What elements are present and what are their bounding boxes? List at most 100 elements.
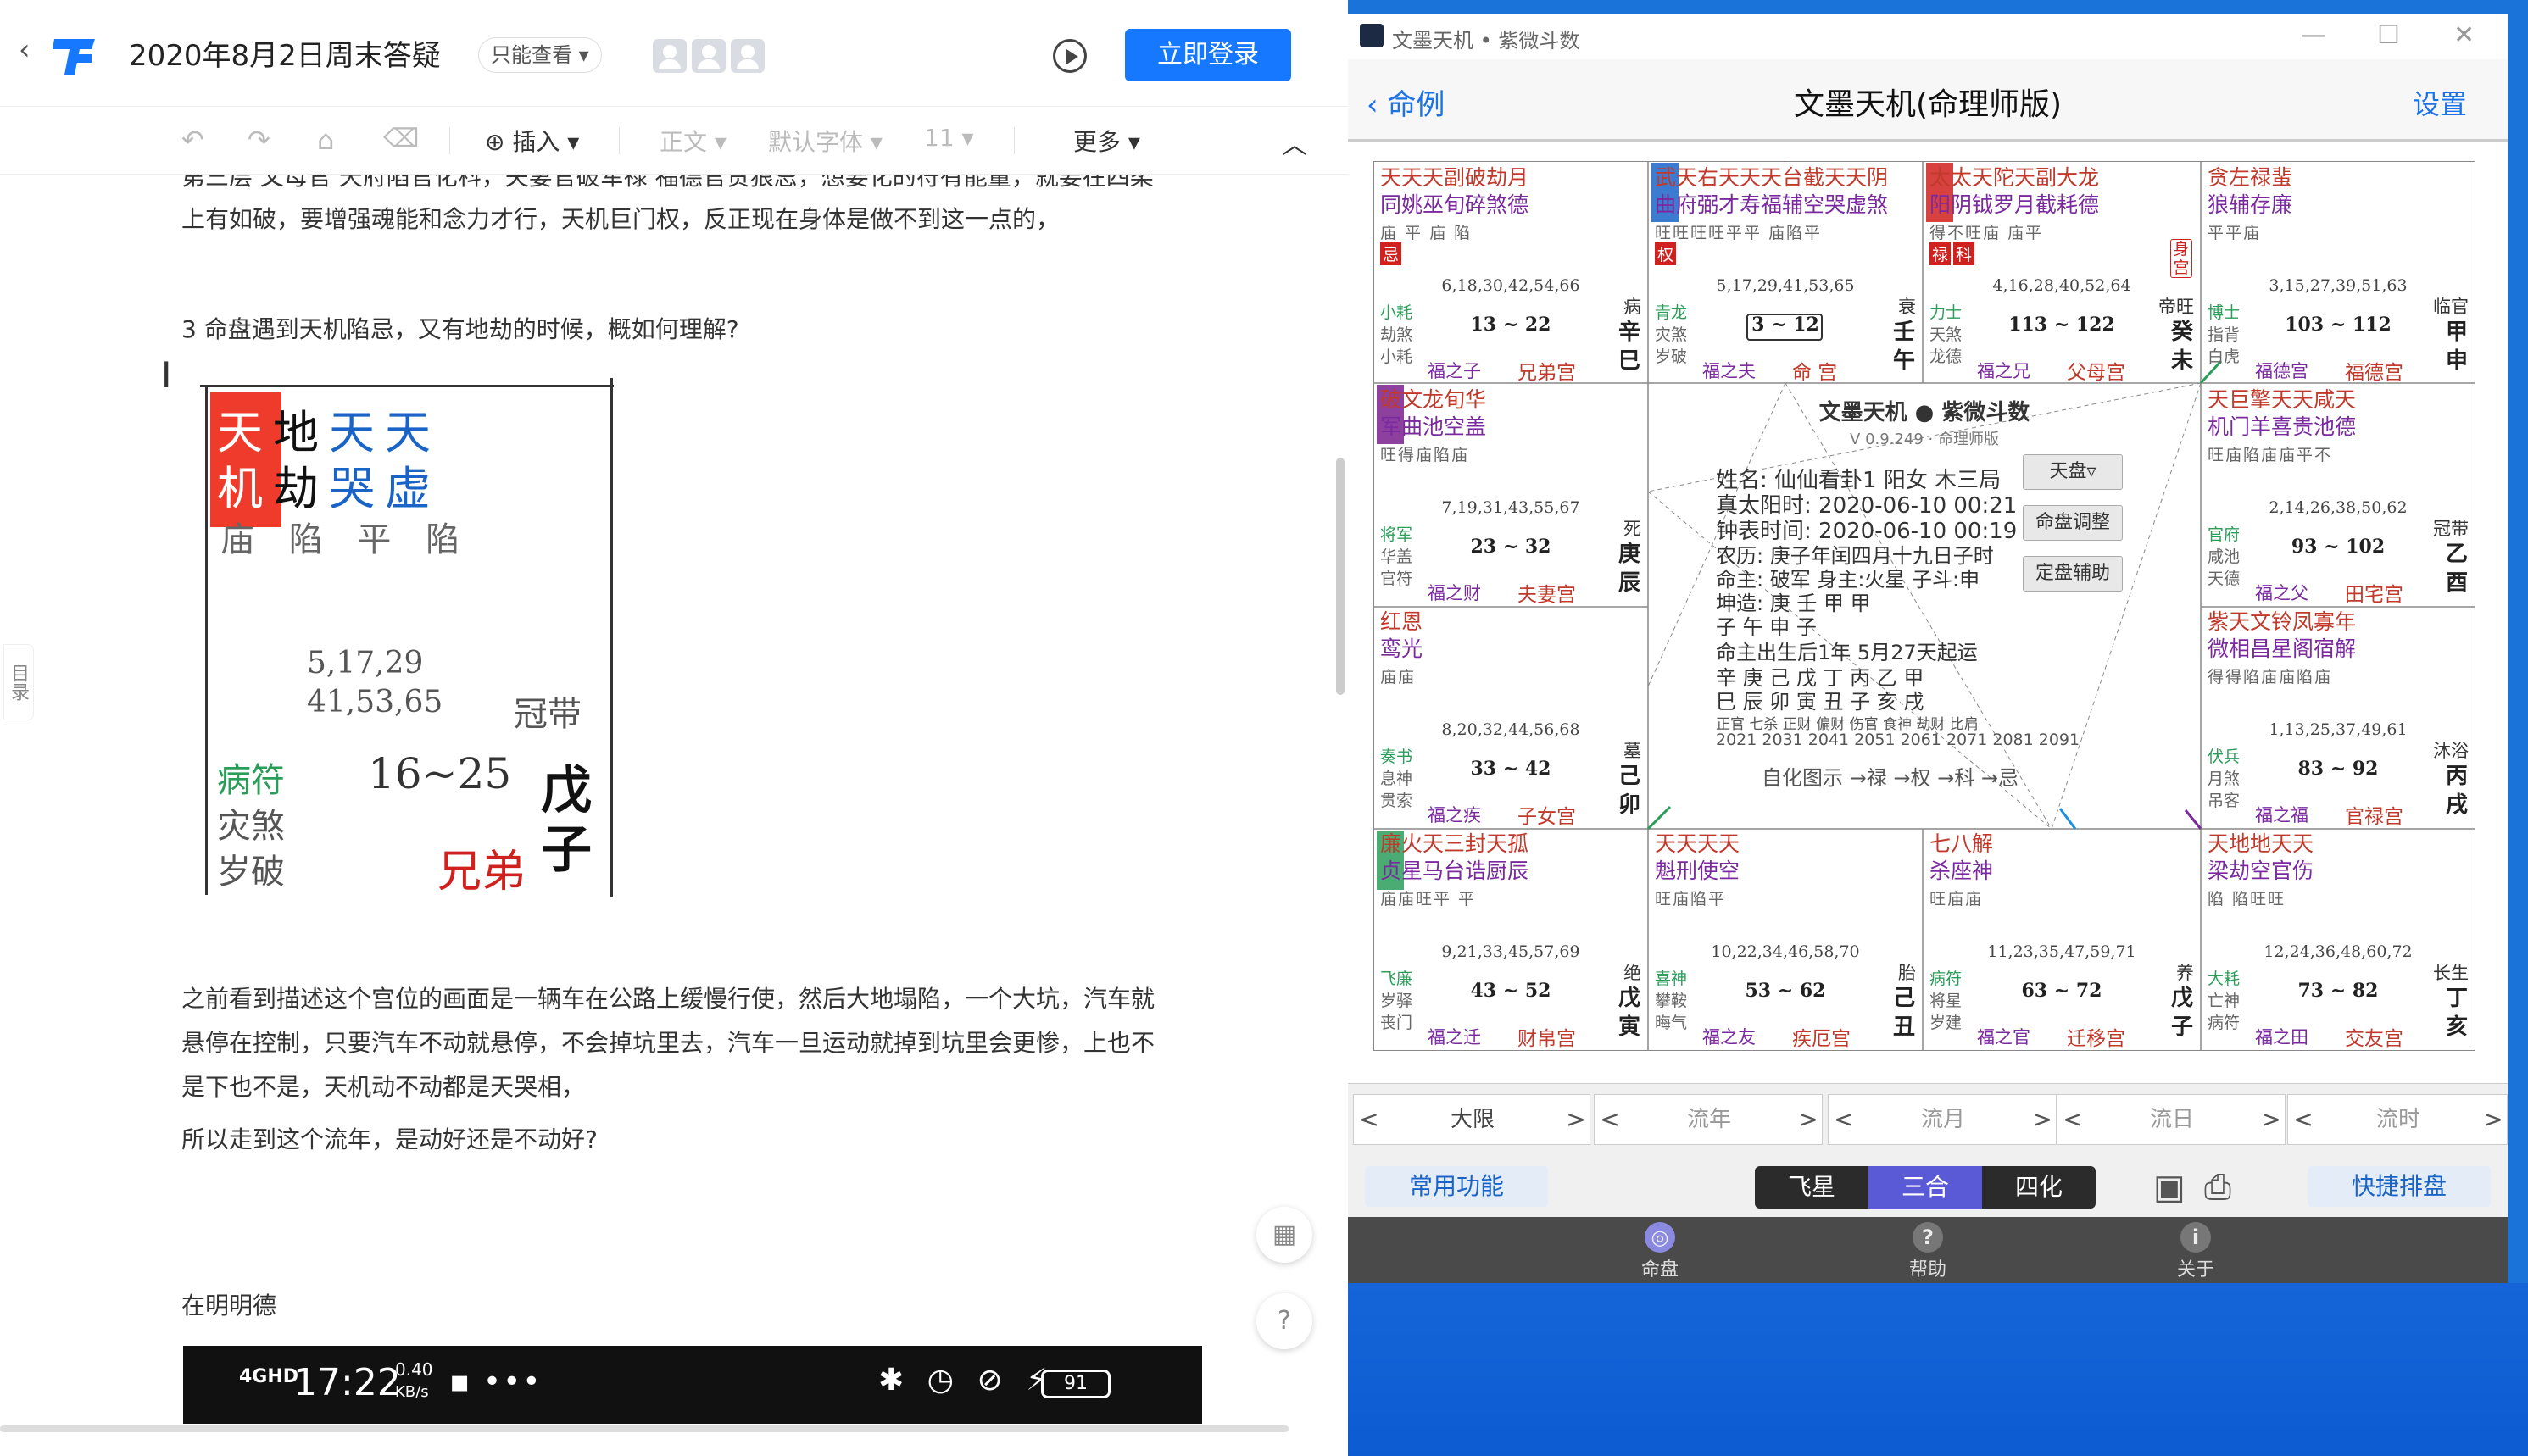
tab-mingpan[interactable]: ◎ 命盘 bbox=[1609, 1222, 1711, 1281]
palace-name: 交友宫 bbox=[2345, 1028, 2403, 1049]
info-tab-icon: i bbox=[2180, 1222, 2211, 1253]
palace-cell[interactable]: 天天天天 魁刑使空 旺庙陷平 10,22,34,46,58,70 53 ~ 62… bbox=[1648, 827, 1923, 1049]
back-chevron-icon[interactable]: ‹ bbox=[19, 36, 36, 64]
font-select[interactable]: 默认字体 ▾ bbox=[768, 124, 883, 158]
toc-tab[interactable]: 目录 bbox=[3, 644, 34, 720]
view-mode-toggle[interactable]: 飞星 三合 四化 bbox=[1755, 1166, 2096, 1209]
age-years: 9,21,33,45,57,69 bbox=[1441, 942, 1580, 961]
prev-icon[interactable]: < bbox=[1595, 1095, 1625, 1144]
insert-menu[interactable]: ⊕ 插入 ▾ bbox=[485, 124, 579, 158]
close-icon[interactable]: ✕ bbox=[2453, 20, 2475, 50]
major-stars: 七八解 杀座神 bbox=[1929, 831, 1993, 885]
paragraph: 3 命盘遇到天机陷忌，又有地劫的时候，概如何理解? bbox=[181, 315, 739, 343]
collapse-toolbar-icon[interactable]: ︿ bbox=[1282, 124, 1307, 161]
palace-gan: 壬 bbox=[1892, 320, 1915, 345]
redo-icon[interactable]: ↷ bbox=[248, 124, 270, 156]
palace-gan: 癸 bbox=[2170, 320, 2193, 345]
minor-star: 天德 bbox=[2208, 570, 2241, 588]
readonly-dropdown[interactable]: 只能查看 ▾ bbox=[478, 37, 602, 73]
vertical-scrollbar[interactable] bbox=[1336, 458, 1345, 695]
app-window: 文墨天机 • 紫微斗数 — ☐ ✕ ‹ 命例 文墨天机(命理师版) 设置 天天天… bbox=[1348, 14, 2508, 1283]
palace-cell[interactable]: 红恩 鸾光 庙庙 8,20,32,44,56,68 33 ~ 42 墓 己 卯 … bbox=[1373, 605, 1648, 827]
star-row: 武天右天天天台截天天阴 bbox=[1655, 165, 1889, 190]
palace-cell[interactable]: 天地地天天 梁劫空官伤 陷 陷旺旺 12,24,36,48,60,72 73 ~… bbox=[2201, 827, 2475, 1049]
common-functions-button[interactable]: 常用功能 bbox=[1365, 1166, 1548, 1207]
adjust-chart-button[interactable]: 命盘调整 bbox=[2023, 505, 2123, 541]
tab-help[interactable]: ? 帮助 bbox=[1877, 1222, 1979, 1281]
style-select[interactable]: 正文 ▾ bbox=[660, 124, 727, 158]
sihua-badge: 权 bbox=[1655, 242, 1677, 265]
prev-icon[interactable]: < bbox=[1354, 1095, 1384, 1144]
palace-cell[interactable]: 廉火天三封天孤 贞星马台诰厨辰 庙庙旺平 平 9,21,33,45,57,69 … bbox=[1373, 827, 1648, 1049]
quick-chart-button[interactable]: 快捷排盘 bbox=[2308, 1166, 2491, 1207]
prev-icon[interactable]: < bbox=[1829, 1095, 1859, 1144]
next-icon[interactable]: > bbox=[1561, 1095, 1591, 1144]
liuri-label: 流日 bbox=[2149, 1107, 2194, 1132]
sanhe-tab[interactable]: 三合 bbox=[1868, 1166, 1982, 1209]
settings-button[interactable]: 设置 bbox=[2413, 83, 2467, 122]
star-row: 紫天文铃凤寡年 bbox=[2208, 609, 2357, 634]
present-play-icon[interactable] bbox=[1053, 39, 1087, 73]
fude-palace: 福之夫 bbox=[1702, 361, 1756, 381]
star-brightness: 得得陷庙庙陷庙 bbox=[2208, 668, 2333, 686]
print-icon[interactable]: ⎙ bbox=[2204, 1168, 2231, 1207]
more-menu[interactable]: 更多 ▾ bbox=[1073, 124, 1140, 158]
feixing-tab[interactable]: 飞星 bbox=[1755, 1166, 1868, 1209]
fude-palace: 福之疾 bbox=[1428, 805, 1481, 825]
clear-format-icon[interactable]: ⌫ bbox=[383, 124, 419, 153]
prev-icon[interactable]: < bbox=[2057, 1095, 2088, 1144]
minor-stars: 青龙 灾煞 岁破 bbox=[1655, 302, 1687, 368]
palace-cell[interactable]: 七八解 杀座神 旺庙庙 11,23,35,47,59,71 63 ~ 72 养 … bbox=[1923, 827, 2201, 1049]
avatar[interactable] bbox=[653, 39, 687, 73]
next-icon[interactable]: > bbox=[1793, 1095, 1824, 1144]
center-title: 文墨天机 ● 紫微斗数 bbox=[1818, 400, 2030, 425]
avatar[interactable] bbox=[692, 39, 726, 73]
window-title: 文墨天机 • 紫微斗数 bbox=[1392, 29, 1580, 53]
help-icon[interactable]: ? bbox=[1256, 1293, 1312, 1349]
fude-palace: 福之父 bbox=[2255, 583, 2308, 603]
embedded-chart-image[interactable]: 天 地 天 天 机 劫 哭 虚 庙 陷 平 陷 5,17,29 41,53,65… bbox=[192, 378, 631, 897]
next-icon[interactable]: > bbox=[2256, 1095, 2286, 1144]
minimize-icon[interactable]: — bbox=[2301, 20, 2326, 50]
prev-icon[interactable]: < bbox=[2288, 1095, 2319, 1144]
palace-cell[interactable]: 天天天副破劫月 同姚巫旬碎煞德 庙 平 庙 陷 6,18,30,42,54,66… bbox=[1373, 161, 1648, 383]
avatar[interactable] bbox=[731, 39, 765, 73]
tianpan-button[interactable]: 天盘▿ bbox=[2023, 454, 2123, 490]
format-painter-icon[interactable]: ⌂ bbox=[317, 124, 334, 156]
palace-zhi: 寅 bbox=[1618, 1014, 1640, 1040]
palace-cell[interactable]: 紫天文铃凤寡年 微相昌星阁宿解 得得陷庙庙陷庙 1,13,25,37,49,61… bbox=[2201, 605, 2475, 827]
daxian-label: 大限 bbox=[1450, 1107, 1495, 1132]
doc-body[interactable]: 第三层 父母官 天府陷官化科，夫妻官破军禄 福德官贪狼忌，想要化的符有能量，就要… bbox=[0, 175, 1348, 1429]
palace-cell[interactable]: 武天右天天天台截天天阴 曲府弼才寿福辅空哭虚煞 旺旺旺旺平平 庙陷平 5,17,… bbox=[1648, 161, 1923, 383]
qr-code-icon[interactable]: ▦ bbox=[1256, 1207, 1312, 1263]
save-icon[interactable]: ▣ bbox=[2153, 1168, 2186, 1207]
sihua-tab[interactable]: 四化 bbox=[1982, 1166, 2096, 1209]
star-brightness: 旺庙庙 bbox=[1929, 890, 1984, 909]
palace-cell[interactable]: 贪左禄蜚 狼辅存廉 平平庙 3,15,27,39,51,63 103 ~ 112… bbox=[2201, 161, 2475, 383]
palace-cell[interactable]: 天巨擎天天咸天 机门羊喜贵池德 旺庙陷庙庙平不 2,14,26,38,50,62… bbox=[2201, 383, 2475, 605]
next-icon[interactable]: > bbox=[2027, 1095, 2057, 1144]
liushi-stepper[interactable]: < 流时 > bbox=[2287, 1094, 2508, 1145]
liuyue-stepper[interactable]: < 流月 > bbox=[1828, 1094, 2057, 1145]
embed-state: 冠带 bbox=[514, 695, 582, 734]
login-button[interactable]: 立即登录 bbox=[1125, 29, 1291, 81]
next-icon[interactable]: > bbox=[2478, 1095, 2509, 1144]
horizontal-scrollbar[interactable] bbox=[0, 1425, 1289, 1432]
undo-icon[interactable]: ↶ bbox=[181, 124, 204, 156]
daxian-stepper[interactable]: < 大限 > bbox=[1353, 1094, 1590, 1145]
shen-palace-badge: 身宫 bbox=[2170, 239, 2192, 278]
star-row: 贞星马台诰厨辰 bbox=[1380, 859, 1529, 883]
tab-about[interactable]: i 关于 bbox=[2145, 1222, 2247, 1281]
ziwei-chart[interactable]: 天天天副破劫月 同姚巫旬碎煞德 庙 平 庙 陷 6,18,30,42,54,66… bbox=[1373, 161, 2475, 1051]
maximize-icon[interactable]: ☐ bbox=[2377, 20, 2400, 50]
font-size-select[interactable]: 11 ▾ bbox=[924, 124, 974, 152]
fude-palace: 福之官 bbox=[1977, 1027, 2030, 1048]
liunian-stepper[interactable]: < 流年 > bbox=[1594, 1094, 1823, 1145]
palace-cell[interactable]: 太太天陀天副大龙 阳阴钺罗月截耗德 得不旺庙 庙平 4,16,28,40,52,… bbox=[1923, 161, 2201, 383]
star-row: 微相昌星阁宿解 bbox=[2208, 636, 2357, 661]
changsheng-state: 长生 bbox=[2433, 963, 2469, 983]
palace-cell[interactable]: 破文龙旬华 军曲池空盖 旺得庙陷庙 7,19,31,43,55,67 23 ~ … bbox=[1373, 383, 1648, 605]
liuri-stepper[interactable]: < 流日 > bbox=[2057, 1094, 2286, 1145]
function-bar: 常用功能 飞星 三合 四化 ▣ ⎙ 快捷排盘 bbox=[1348, 1156, 2508, 1217]
verify-chart-button[interactable]: 定盘辅助 bbox=[2023, 556, 2123, 592]
